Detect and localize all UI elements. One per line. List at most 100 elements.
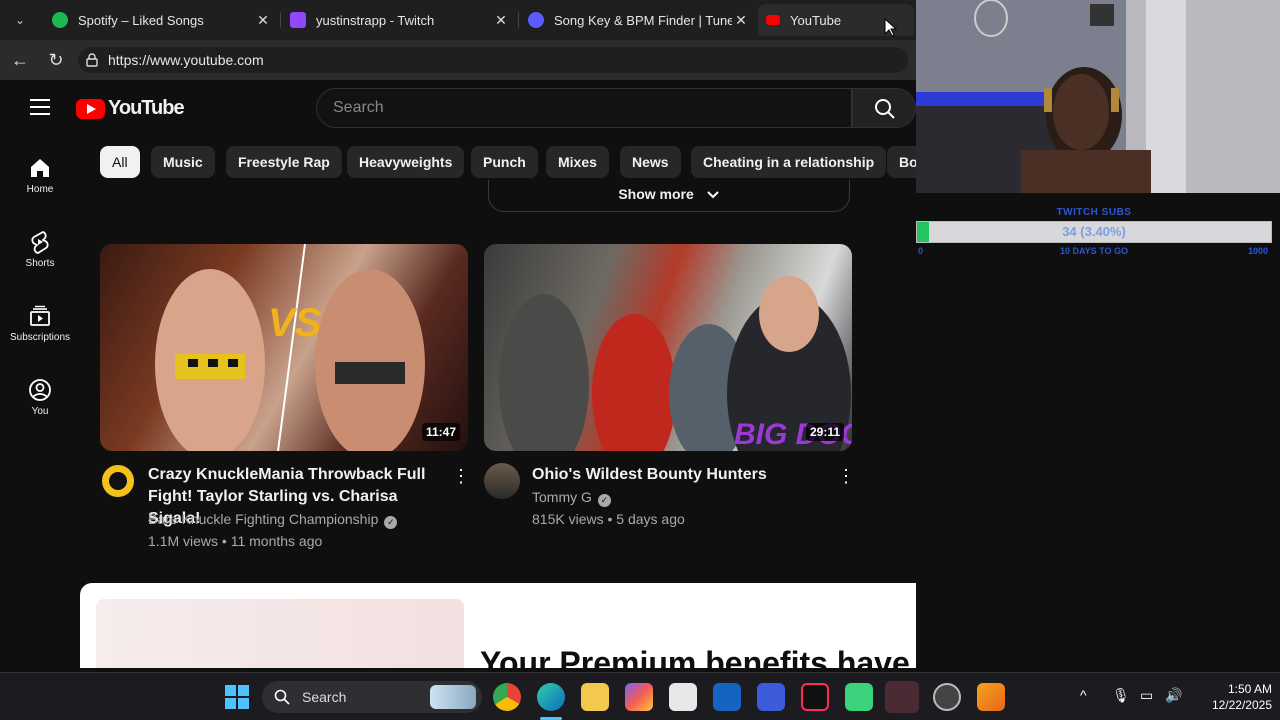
- channel-name-text: Tommy G: [532, 489, 592, 505]
- video-thumbnail[interactable]: VS 11:47: [100, 244, 468, 451]
- youtube-logo-text: YouTube: [108, 97, 185, 119]
- edge-icon[interactable]: [537, 683, 565, 711]
- tab-tunebat[interactable]: Song Key & BPM Finder | Tunebat ✕: [522, 4, 756, 36]
- channel-name[interactable]: Bare Knuckle Fighting Championship ✓: [148, 511, 398, 529]
- youtube-logo[interactable]: YouTube: [76, 97, 185, 120]
- chip-news[interactable]: News: [620, 146, 681, 178]
- search-highlight-image: [430, 685, 476, 709]
- close-tab-icon[interactable]: ✕: [492, 12, 510, 29]
- microsoft-store-icon[interactable]: [669, 683, 697, 711]
- video-meta: 1.1M views • 11 months ago: [148, 533, 323, 549]
- youtube-page: YouTube Search Home Shorts Subscriptions…: [4, 80, 916, 668]
- menu-icon[interactable]: [30, 99, 50, 115]
- video-meta: 815K views • 5 days ago: [532, 511, 685, 527]
- chip-freestyle-rap[interactable]: Freestyle Rap: [226, 146, 342, 178]
- home-icon: [31, 159, 49, 177]
- shorts-icon: [31, 231, 49, 254]
- thumbnail-art: VS: [155, 244, 425, 451]
- tab-actions-menu-icon[interactable]: ⌄: [8, 10, 32, 30]
- tab-twitch[interactable]: yustinstrapp - Twitch ✕: [284, 4, 516, 36]
- chip-mixes[interactable]: Mixes: [546, 146, 609, 178]
- network-icon[interactable]: ▭: [1140, 687, 1153, 704]
- sidebar-item-label: Subscriptions: [9, 332, 71, 343]
- reload-icon[interactable]: ↻: [44, 48, 68, 72]
- tunebat-icon: [528, 12, 544, 28]
- svg-text:VS: VS: [268, 301, 322, 345]
- url-field[interactable]: https://www.youtube.com: [78, 47, 908, 73]
- subs-goal-title: TWITCH SUBS: [1056, 207, 1132, 218]
- chip-all[interactable]: All: [100, 146, 140, 178]
- back-arrow-icon[interactable]: ←: [8, 48, 32, 72]
- channel-name-text: Bare Knuckle Fighting Championship: [148, 511, 379, 527]
- taskbar-search-label: Search: [302, 689, 347, 705]
- sidebar-item-home[interactable]: Home: [4, 156, 76, 195]
- chat-app-icon[interactable]: [845, 683, 873, 711]
- copilot-icon[interactable]: [625, 683, 653, 711]
- taskbar-search[interactable]: Search: [262, 681, 482, 713]
- video-duration: 29:11: [805, 423, 844, 441]
- more-options-icon[interactable]: ⋮: [452, 466, 470, 486]
- tab-title: yustinstrapp - Twitch: [316, 12, 435, 28]
- tiktok-icon[interactable]: [801, 683, 829, 711]
- tab-title: Spotify – Liked Songs: [78, 12, 204, 28]
- clock-date: 12/22/2025: [1211, 698, 1272, 712]
- subs-goal-max: 1000: [1247, 246, 1268, 256]
- channel-name[interactable]: Tommy G ✓: [532, 489, 611, 507]
- more-options-icon[interactable]: ⋮: [837, 466, 855, 486]
- sidebar-item-label: Shorts: [25, 258, 55, 269]
- premium-banner-image: [96, 599, 464, 668]
- verified-check-icon: ✓: [384, 516, 398, 529]
- thumbnail-art: BIG DOGS: [499, 276, 852, 451]
- capcut-icon[interactable]: [885, 681, 919, 713]
- subscriptions-icon: [30, 305, 50, 326]
- microphone-icon[interactable]: 🎙: [1112, 687, 1130, 704]
- close-tab-icon[interactable]: ✕: [254, 12, 272, 29]
- verified-check-icon: ✓: [597, 494, 611, 507]
- show-more-button[interactable]: Show more: [488, 180, 850, 212]
- mouse-cursor-icon: [884, 18, 898, 37]
- youtube-play-icon: [76, 98, 105, 119]
- chip-partial[interactable]: Bo: [887, 146, 916, 178]
- tab-title: Song Key & BPM Finder | Tunebat: [554, 12, 732, 28]
- taskbar-clock[interactable]: 1:50 AM 12/22/2025: [1190, 681, 1272, 713]
- video-title[interactable]: Ohio's Wildest Bounty Hunters: [532, 464, 822, 486]
- tab-divider: [280, 12, 281, 28]
- tab-spotify[interactable]: Spotify – Liked Songs ✕: [46, 4, 278, 36]
- chip-music[interactable]: Music: [151, 146, 215, 178]
- spotify-icon: [52, 12, 68, 28]
- sidebar-item-label: Home: [26, 184, 54, 195]
- windows-taskbar: Search ^ 🎙 ▭ 🔊 1:50 AM 12/22/2025: [0, 672, 1280, 720]
- chrome-icon[interactable]: [493, 683, 521, 711]
- roblox-icon[interactable]: [757, 683, 785, 711]
- windows-start-icon[interactable]: [225, 685, 249, 709]
- volume-icon[interactable]: 🔊: [1165, 687, 1182, 704]
- clock-time: 1:50 AM: [1227, 682, 1272, 696]
- sidebar-item-you[interactable]: You: [4, 378, 76, 417]
- webcam-overlay: [916, 0, 1280, 193]
- show-more-label: Show more: [618, 186, 694, 202]
- subs-progress-bar: 34 (3.40%): [916, 221, 1272, 243]
- lock-icon[interactable]: [86, 53, 98, 67]
- search-button[interactable]: [852, 88, 916, 128]
- outlook-icon[interactable]: [713, 683, 741, 711]
- search-input[interactable]: Search: [316, 88, 852, 128]
- file-explorer-icon[interactable]: [581, 683, 609, 711]
- show-hidden-icons-chevron-icon[interactable]: ^: [1080, 687, 1087, 703]
- subs-progress-text: 34 (3.40%): [1062, 224, 1126, 239]
- close-tab-icon[interactable]: ✕: [732, 12, 750, 29]
- twitch-icon: [290, 12, 306, 28]
- chip-punch[interactable]: Punch: [471, 146, 538, 178]
- sidebar-item-shorts[interactable]: Shorts: [4, 230, 76, 269]
- sidebar-item-label: You: [31, 406, 49, 417]
- tab-divider: [518, 12, 519, 28]
- channel-avatar[interactable]: [100, 463, 136, 499]
- browser-address-bar: ← ↻ https://www.youtube.com: [0, 40, 916, 80]
- sidebar-item-subscriptions[interactable]: Subscriptions: [4, 304, 76, 343]
- channel-avatar[interactable]: [484, 463, 520, 499]
- fl-studio-icon[interactable]: [977, 683, 1005, 711]
- video-thumbnail[interactable]: BIG DOGS 29:11: [484, 244, 852, 451]
- webcam-feed: [916, 0, 1280, 193]
- chip-cheating-in-a-relationship[interactable]: Cheating in a relationship: [691, 146, 887, 178]
- chip-heavyweights[interactable]: Heavyweights: [347, 146, 465, 178]
- obs-icon[interactable]: [933, 683, 961, 711]
